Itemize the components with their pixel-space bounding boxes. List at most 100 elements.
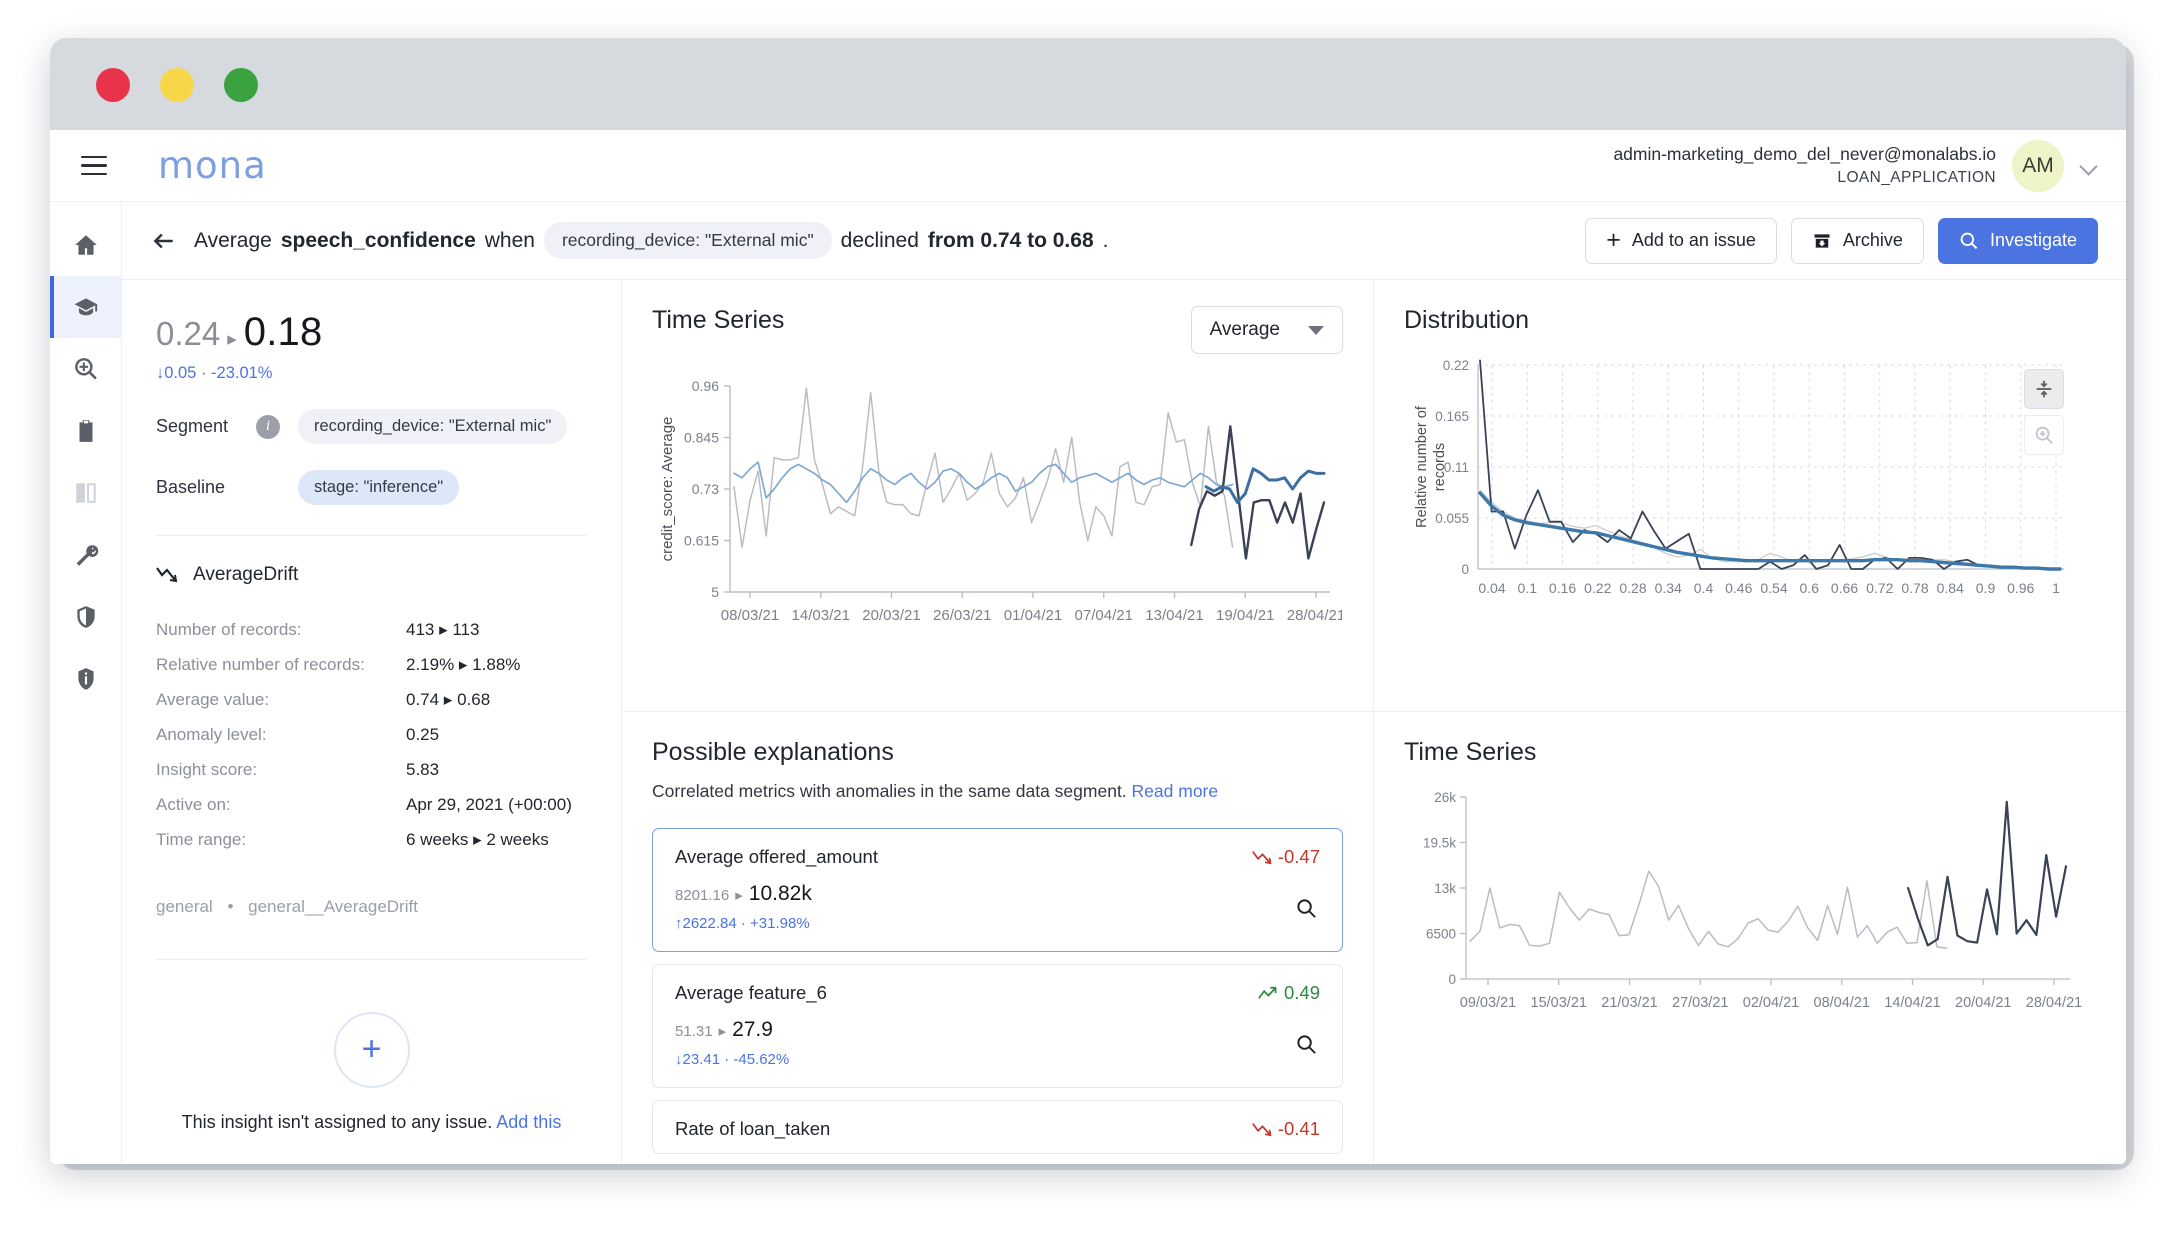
tag-separator: • bbox=[227, 897, 234, 917]
content-area: 0.24 ▸ 0.18 ↓0.05 · -23.01% Segment i re… bbox=[122, 280, 2126, 1164]
headline-delta: ↓0.05 · -23.01% bbox=[156, 364, 273, 382]
stat-value: 5.83 bbox=[406, 760, 440, 780]
svg-text:0.165: 0.165 bbox=[1435, 409, 1469, 424]
add-to-issue-button[interactable]: + Add to an issue bbox=[1585, 217, 1777, 264]
charts-bottom-row: Possible explanations Correlated metrics… bbox=[622, 712, 2126, 1164]
svg-text:28/04/21: 28/04/21 bbox=[1287, 607, 1342, 624]
archive-button[interactable]: Archive bbox=[1790, 217, 1924, 264]
sidebar-item-search[interactable] bbox=[50, 338, 121, 400]
stat-key: Average value: bbox=[156, 690, 270, 710]
bottom-timeseries-svg: 0 6500 13k 19.5k 26k 09/03/21 15/03/21 21/03/21… bbox=[1423, 790, 2082, 1011]
magnifier-icon bbox=[1297, 899, 1316, 918]
svg-text:08/03/21: 08/03/21 bbox=[721, 607, 779, 624]
distribution-svg: 00.0550.110.1650.220.04 0.1 0.16 0.22 0.28 0.… bbox=[1414, 358, 2064, 596]
add-to-issue-circle-button[interactable]: + bbox=[333, 1012, 410, 1089]
clipboard-icon bbox=[79, 420, 92, 442]
stat-key: Number of records: bbox=[156, 620, 302, 639]
svg-text:13k: 13k bbox=[1434, 881, 1456, 896]
aggregation-select[interactable]: Average bbox=[1190, 306, 1343, 354]
app-body: Average speech_confidence when recording… bbox=[50, 202, 2126, 1164]
svg-text:14/03/21: 14/03/21 bbox=[792, 607, 850, 624]
insight-detail-panel: 0.24 ▸ 0.18 ↓0.05 · -23.01% Segment i re… bbox=[122, 280, 622, 1164]
sidebar-item-security[interactable] bbox=[50, 586, 121, 648]
sidebar-item-reports[interactable] bbox=[50, 400, 121, 462]
segment-value-pill[interactable]: recording_device: "External mic" bbox=[298, 409, 568, 444]
svg-text:0: 0 bbox=[1448, 972, 1456, 987]
brand-logo[interactable]: mona bbox=[158, 144, 267, 187]
magnifier-icon bbox=[1297, 1035, 1316, 1054]
sidebar-item-insights[interactable] bbox=[50, 276, 121, 338]
svg-text:1: 1 bbox=[2052, 580, 2060, 596]
plus-icon: + bbox=[361, 1029, 382, 1068]
screenshot-root: mona admin-marketing_demo_del_never@mona… bbox=[0, 0, 2172, 1253]
info-icon[interactable]: i bbox=[256, 414, 280, 439]
sidebar-item-compare[interactable] bbox=[50, 462, 121, 524]
add-this-link[interactable]: Add this bbox=[496, 1112, 561, 1132]
zoom-icon[interactable] bbox=[2024, 415, 2064, 455]
maximize-button[interactable] bbox=[224, 68, 258, 102]
bottom-timeseries-plot[interactable]: 0 6500 13k 19.5k 26k 09/03/21 15/03/21 21/03/21… bbox=[1404, 783, 2096, 1028]
distribution-header: Distribution bbox=[1404, 306, 2096, 335]
sidebar-item-configuration[interactable] bbox=[50, 524, 121, 586]
explanation-cards: Average offered_amount 8201.16 ▸ 10.82k … bbox=[652, 828, 1343, 1154]
inspect-button[interactable] bbox=[1295, 897, 1318, 925]
insight-metric: speech_confidence bbox=[280, 228, 476, 252]
svg-text:credit_score: Average: credit_score: Average bbox=[659, 417, 676, 562]
explanation-card[interactable]: Rate of loan_taken -0.41 bbox=[652, 1100, 1343, 1154]
divider bbox=[156, 535, 587, 536]
sidebar-item-about[interactable] bbox=[50, 648, 121, 710]
svg-text:14/04/21: 14/04/21 bbox=[1884, 995, 1940, 1011]
timeseries-plot[interactable]: 5 0.615 0.73 0.845 0.96 08/03/21 14/03/21 20/03… bbox=[652, 370, 1343, 650]
stat-value: 0.25 bbox=[406, 725, 440, 745]
svg-text:0.66: 0.66 bbox=[1831, 580, 1858, 596]
window-controls bbox=[96, 68, 258, 102]
tag-left: general bbox=[156, 897, 213, 917]
arrow-right-icon: ▸ bbox=[735, 887, 743, 904]
timeseries-header: Time Series Average bbox=[652, 306, 1343, 354]
menu-button[interactable] bbox=[72, 144, 116, 188]
explanation-card[interactable]: Average offered_amount 8201.16 ▸ 10.82k … bbox=[652, 828, 1343, 952]
drift-row: AverageDrift bbox=[156, 564, 587, 586]
svg-text:0.34: 0.34 bbox=[1655, 580, 1682, 596]
chevron-down-icon bbox=[1308, 325, 1324, 335]
normalize-icon[interactable] bbox=[2024, 369, 2064, 409]
application: mona admin-marketing_demo_del_never@mona… bbox=[50, 130, 2126, 1164]
app-topbar: mona admin-marketing_demo_del_never@mona… bbox=[50, 130, 2126, 202]
user-menu[interactable]: admin-marketing_demo_del_never@monalabs.… bbox=[1613, 139, 2098, 192]
inspect-button[interactable] bbox=[1295, 1033, 1318, 1061]
avatar[interactable]: AM bbox=[2012, 139, 2064, 192]
trend-down-icon bbox=[1252, 851, 1272, 865]
svg-text:0.615: 0.615 bbox=[684, 533, 719, 549]
svg-text:0.96: 0.96 bbox=[692, 378, 719, 394]
svg-text:01/04/21: 01/04/21 bbox=[1004, 607, 1062, 624]
baseline-value-pill[interactable]: stage: "inference" bbox=[298, 470, 460, 505]
add-to-issue-label: Add to an issue bbox=[1631, 230, 1756, 250]
compare-icon bbox=[75, 483, 96, 503]
explanation-card[interactable]: Average feature_6 51.31 ▸ 27.9 ↓23.41 · … bbox=[652, 964, 1343, 1088]
distribution-plot[interactable]: 0 0.055 0.11 0.165 0.22 0.04 0.1 0.16 0.22 0.28 0.… bbox=[1404, 351, 2096, 631]
minimize-button[interactable] bbox=[160, 68, 194, 102]
svg-text:07/04/21: 07/04/21 bbox=[1075, 607, 1133, 624]
svg-text:19/04/21: 19/04/21 bbox=[1216, 607, 1274, 624]
read-more-link[interactable]: Read more bbox=[1132, 781, 1219, 801]
chevron-down-icon[interactable] bbox=[2080, 157, 2098, 175]
insight-segment-pill[interactable]: recording_device: "External mic" bbox=[543, 222, 832, 259]
breadcrumb: general • general__AverageDrift bbox=[156, 897, 587, 917]
sidebar-item-home[interactable] bbox=[50, 214, 121, 276]
close-button[interactable] bbox=[96, 68, 130, 102]
distribution-title: Distribution bbox=[1404, 306, 1530, 334]
user-org: LOAN_APPLICATION bbox=[1837, 168, 1996, 186]
arrow-right-icon: ▸ bbox=[718, 1023, 727, 1040]
stat-row: Active on: Apr 29, 2021 (+00:00) bbox=[156, 787, 587, 822]
magnifier-plus-icon bbox=[74, 358, 97, 380]
svg-text:6500: 6500 bbox=[1426, 927, 1456, 942]
svg-text:20/03/21: 20/03/21 bbox=[862, 607, 920, 624]
shield-icon bbox=[76, 606, 95, 628]
stat-key: Relative number of records: bbox=[156, 655, 365, 675]
stat-key: Time range: bbox=[156, 830, 247, 850]
stat-value: 0.74 ▸ 0.68 bbox=[406, 690, 491, 710]
investigate-button[interactable]: Investigate bbox=[1937, 217, 2098, 264]
back-button[interactable] bbox=[144, 221, 184, 261]
svg-text:0.845: 0.845 bbox=[684, 430, 719, 446]
archive-label: Archive bbox=[1842, 230, 1903, 250]
